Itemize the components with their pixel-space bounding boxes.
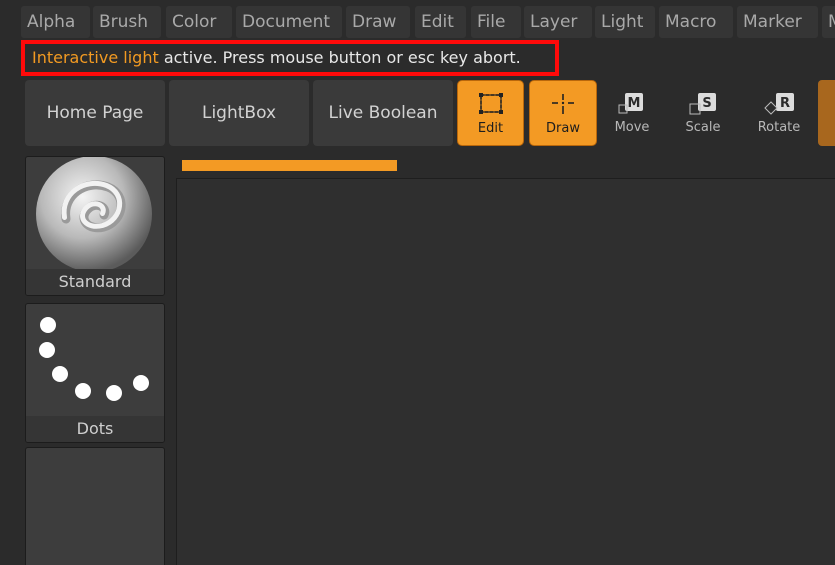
live-boolean-button[interactable]: Live Boolean xyxy=(313,80,453,146)
brush-dots[interactable]: Dots xyxy=(25,303,165,443)
progress-bar xyxy=(182,160,397,171)
edit-button[interactable]: Edit xyxy=(457,80,524,146)
move-icon: M xyxy=(618,93,643,114)
menu-light[interactable]: Light xyxy=(595,6,655,38)
brush-empty-slot[interactable] xyxy=(25,447,165,565)
menu-file[interactable]: File xyxy=(471,6,521,38)
menu-more[interactable]: M xyxy=(822,6,835,38)
menu-document[interactable]: Document xyxy=(236,6,342,38)
edit-label: Edit xyxy=(477,121,504,136)
scale-key: S xyxy=(702,96,711,111)
toolbar-edge-button[interactable] xyxy=(818,80,835,146)
status-highlight: Interactive light xyxy=(32,48,159,67)
edit-icon xyxy=(478,93,503,114)
rotate-key: R xyxy=(780,96,790,111)
brush-standard-label: Standard xyxy=(26,269,164,295)
rotate-button[interactable]: R Rotate xyxy=(745,80,813,146)
draw-label: Draw xyxy=(546,121,580,136)
brush-standard[interactable]: Standard xyxy=(25,156,165,296)
move-button[interactable]: M Move xyxy=(600,80,664,146)
move-label: Move xyxy=(614,120,650,135)
menu-color[interactable]: Color xyxy=(166,6,232,38)
menu-brush[interactable]: Brush xyxy=(93,6,161,38)
menu-alpha[interactable]: Alpha xyxy=(21,6,90,38)
menu-marker[interactable]: Marker xyxy=(737,6,818,38)
draw-icon xyxy=(552,94,574,114)
scale-icon: S xyxy=(689,93,716,115)
menu-edit[interactable]: Edit xyxy=(415,6,466,38)
status-message: Interactive light active. Press mouse bu… xyxy=(21,40,559,76)
menu-draw[interactable]: Draw xyxy=(346,6,410,38)
scale-label: Scale xyxy=(685,120,721,135)
dots-brush-icon xyxy=(39,317,149,401)
brush-dots-label: Dots xyxy=(26,416,164,442)
menu-bar: Alpha Brush Color Document Draw Edit Fil… xyxy=(0,0,835,40)
lightbox-button[interactable]: LightBox xyxy=(169,80,309,146)
menu-macro[interactable]: Macro xyxy=(659,6,733,38)
move-key: M xyxy=(628,96,641,111)
rotate-icon: R xyxy=(764,93,794,115)
draw-button[interactable]: Draw xyxy=(529,80,597,146)
rotate-label: Rotate xyxy=(757,120,801,135)
standard-brush-icon xyxy=(36,157,152,269)
scale-button[interactable]: S Scale xyxy=(671,80,735,146)
document-canvas[interactable] xyxy=(176,178,835,565)
menu-layer[interactable]: Layer xyxy=(524,6,592,38)
status-text: active. Press mouse button or esc key ab… xyxy=(158,48,521,67)
home-page-button[interactable]: Home Page xyxy=(25,80,165,146)
